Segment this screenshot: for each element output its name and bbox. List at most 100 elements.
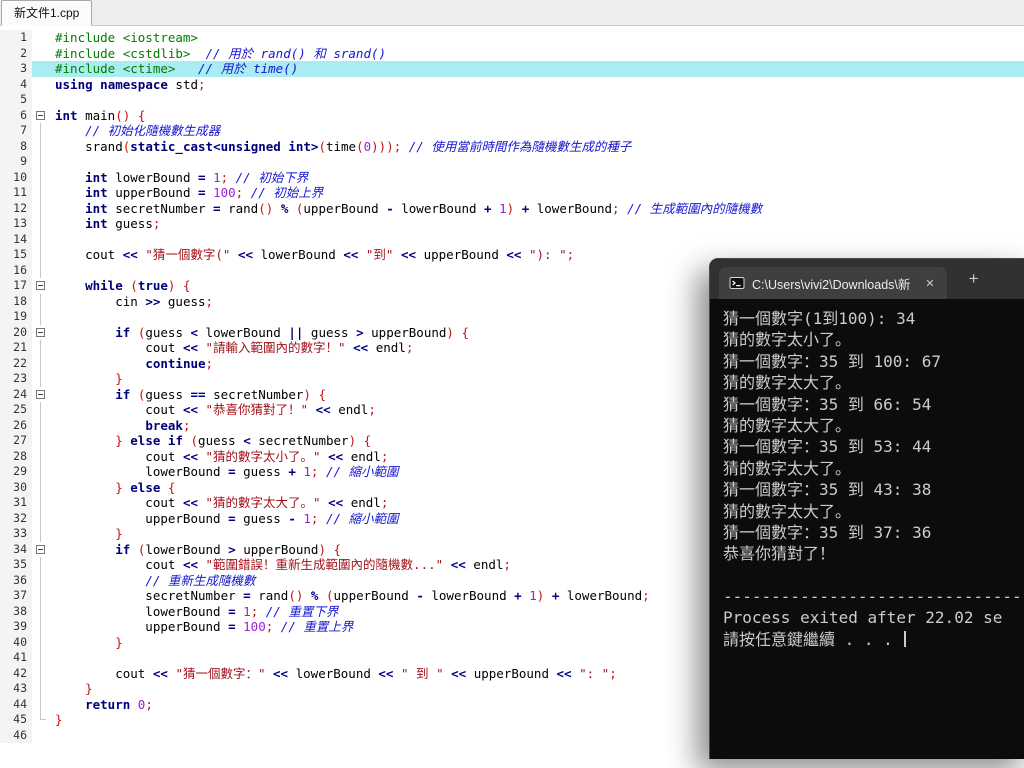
fold-margin	[32, 200, 49, 216]
fold-margin	[32, 216, 49, 232]
fold-margin	[32, 185, 49, 201]
fold-margin	[32, 309, 49, 325]
code-line[interactable]: 9	[0, 154, 1024, 170]
line-number: 25	[0, 402, 32, 418]
line-number: 1	[0, 30, 32, 46]
fold-margin	[32, 371, 49, 387]
line-number: 26	[0, 417, 32, 433]
fold-margin	[32, 557, 49, 573]
fold-marker[interactable]	[32, 324, 49, 340]
code-line[interactable]: 11 int upperBound = 100; // 初始上界	[0, 185, 1024, 201]
fold-collapse-icon[interactable]	[36, 327, 45, 337]
editor-tab-active[interactable]: 新文件1.cpp	[1, 0, 93, 26]
terminal-line: 猜一個數字：35 到 66: 54	[723, 394, 932, 414]
fold-margin	[32, 123, 49, 139]
code-line[interactable]: 12 int secretNumber = rand() % (upperBou…	[0, 200, 1024, 216]
line-number: 42	[0, 665, 32, 681]
line-number: 5	[0, 92, 32, 108]
new-tab-button[interactable]: +	[961, 269, 987, 289]
line-number: 38	[0, 603, 32, 619]
line-number: 23	[0, 371, 32, 387]
line-number: 14	[0, 231, 32, 247]
terminal-tab[interactable]: C:\Users\vivi2\Downloads\新 ✕	[719, 267, 947, 299]
line-number: 27	[0, 433, 32, 449]
code-line[interactable]: 10 int lowerBound = 1; // 初始下界	[0, 169, 1024, 185]
terminal-line: 猜的數字太大了。	[723, 373, 852, 393]
fold-margin	[32, 231, 49, 247]
fold-marker[interactable]	[32, 541, 49, 557]
fold-margin	[32, 464, 49, 480]
line-number: 15	[0, 247, 32, 263]
fold-margin	[32, 293, 49, 309]
code-line[interactable]: 3 #include <ctime> // 用於 time()	[0, 61, 1024, 77]
line-number: 43	[0, 681, 32, 697]
fold-margin	[32, 588, 49, 604]
fold-margin	[32, 262, 49, 278]
terminal-line: Process exited after 22.02 se	[723, 608, 1003, 628]
line-number: 29	[0, 464, 32, 480]
cmd-icon	[729, 275, 745, 291]
code-line[interactable]: 1 #include <iostream>	[0, 30, 1024, 46]
line-number: 3	[0, 61, 32, 77]
fold-margin	[32, 681, 49, 697]
code-line[interactable]: 2 #include <cstdlib> // 用於 rand() 和 srand…	[0, 45, 1024, 61]
fold-margin	[32, 355, 49, 371]
line-number: 39	[0, 619, 32, 635]
fold-margin	[32, 619, 49, 635]
line-number: 31	[0, 495, 32, 511]
code-line[interactable]: 8 srand(static_cast<unsigned int>(time(0…	[0, 138, 1024, 154]
code-line[interactable]: 4 using namespace std;	[0, 76, 1024, 92]
tab-close-icon[interactable]: ✕	[921, 275, 938, 292]
fold-collapse-icon[interactable]	[36, 544, 45, 554]
fold-margin	[32, 448, 49, 464]
fold-margin	[32, 526, 49, 542]
line-number: 40	[0, 634, 32, 650]
fold-margin	[32, 572, 49, 588]
terminal-line: --------------------------------	[723, 587, 1024, 607]
terminal-output[interactable]: 猜一個數字(1到100): 34 猜的數字太小了。 猜一個數字：35 到 100: …	[710, 299, 1024, 768]
fold-margin	[32, 727, 49, 743]
terminal-window: C:\Users\vivi2\Downloads\新 ✕ + 猜一個數字(1到1…	[709, 258, 1024, 759]
fold-margin	[32, 417, 49, 433]
line-number: 24	[0, 386, 32, 402]
fold-margin	[32, 433, 49, 449]
fold-margin	[32, 247, 49, 263]
line-number: 33	[0, 526, 32, 542]
line-number: 22	[0, 355, 32, 371]
line-number: 7	[0, 123, 32, 139]
fold-margin	[32, 495, 49, 511]
fold-marker[interactable]	[32, 107, 49, 123]
terminal-titlebar[interactable]: C:\Users\vivi2\Downloads\新 ✕ +	[710, 259, 1024, 299]
fold-marker[interactable]	[32, 386, 49, 402]
terminal-line: 猜的數字太大了。	[723, 501, 852, 521]
fold-collapse-icon[interactable]	[36, 281, 45, 290]
fold-margin	[32, 154, 49, 170]
code-line[interactable]: 7 // 初始化隨機數生成器	[0, 123, 1024, 139]
fold-margin	[32, 650, 49, 666]
terminal-line: 猜一個數字：35 到 53: 44	[723, 437, 932, 457]
editor-tab-bar: 新文件1.cpp	[0, 0, 1024, 26]
line-number: 35	[0, 557, 32, 573]
line-number: 4	[0, 76, 32, 92]
terminal-line: 請按任意鍵繼續 . . .	[723, 629, 1024, 650]
code-line[interactable]: 5	[0, 92, 1024, 108]
line-number: 19	[0, 309, 32, 325]
code-line[interactable]: 14	[0, 231, 1024, 247]
fold-collapse-icon[interactable]	[36, 389, 45, 399]
line-number: 34	[0, 541, 32, 557]
line-number: 44	[0, 696, 32, 712]
terminal-tab-title: C:\Users\vivi2\Downloads\新	[752, 277, 911, 292]
line-number: 32	[0, 510, 32, 526]
code-line[interactable]: 6 int main() {	[0, 107, 1024, 123]
fold-margin	[32, 712, 49, 728]
fold-margin	[32, 92, 49, 108]
fold-collapse-icon[interactable]	[36, 110, 45, 120]
line-number: 45	[0, 712, 32, 728]
fold-margin	[32, 603, 49, 619]
fold-marker[interactable]	[32, 278, 49, 294]
fold-margin	[32, 61, 49, 77]
code-line[interactable]: 13 int guess;	[0, 216, 1024, 232]
line-number: 11	[0, 185, 32, 201]
fold-margin	[32, 340, 49, 356]
